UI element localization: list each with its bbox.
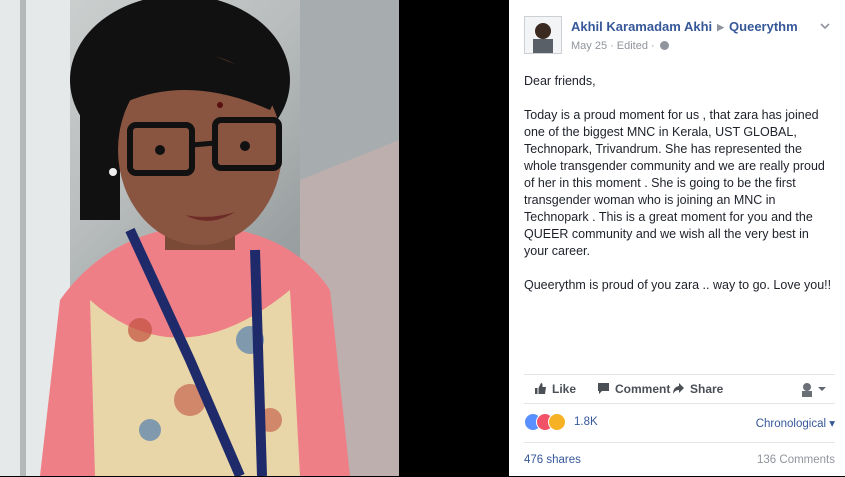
edited-label[interactable]: Edited (617, 40, 648, 52)
share-button[interactable]: Share (672, 382, 723, 396)
reactions-row: 1.8K Chronological ▾ (524, 410, 835, 434)
thumbs-up-icon (535, 383, 546, 394)
post-text: Dear friends, Today is a proud moment fo… (524, 73, 834, 311)
post-paragraph: Queerythm is proud of you zara .. way to… (524, 278, 832, 292)
caret-down-icon: ▾ (826, 418, 835, 430)
action-bar: Like Comment Share (524, 374, 835, 404)
post-paragraph: Today is a proud moment for us , that za… (524, 108, 825, 258)
comment-label: Comment (615, 382, 671, 396)
post-paragraph: Dear friends, (524, 74, 596, 88)
share-arrow-icon (673, 383, 684, 394)
chevron-down-icon[interactable] (819, 20, 831, 32)
globe-icon (659, 41, 669, 50)
arrow-right-icon: ▶ (717, 22, 725, 32)
author-line: Akhil Karamadam Akhi ▶ Queerythm (571, 19, 798, 34)
separator-dot: · (610, 40, 614, 52)
sort-selected-value: Chronological (755, 418, 827, 430)
like-label: Like (552, 382, 577, 396)
separator-dot: · (650, 40, 655, 52)
like-button[interactable]: Like (534, 382, 576, 396)
comment-sort-select[interactable]: Chronological ▾ (756, 416, 835, 430)
author-name[interactable]: Akhil Karamadam Akhi (571, 19, 712, 34)
post-header: Akhil Karamadam Akhi ▶ Queerythm May 25 · Ed… (524, 16, 835, 56)
target-page-link[interactable]: Queerythm (729, 19, 798, 34)
wow-icon (548, 413, 566, 431)
lightbox-gap (399, 0, 509, 476)
post-date[interactable]: May 25 (571, 40, 607, 52)
comment-button[interactable]: Comment (597, 382, 670, 396)
reaction-count[interactable]: 1.8K (574, 416, 598, 428)
portrait-illustration (0, 0, 399, 476)
profile-switcher[interactable] (799, 381, 829, 397)
share-label: Share (690, 382, 724, 396)
avatar[interactable] (524, 16, 562, 54)
comment-icon (598, 383, 609, 394)
post-photo[interactable] (0, 0, 399, 476)
comments-count[interactable]: 136 Comments (757, 454, 835, 466)
shares-count[interactable]: 476 shares (524, 454, 581, 466)
post-meta: May 25 · Edited · (571, 40, 669, 52)
post-panel: Akhil Karamadam Akhi ▶ Queerythm May 25 · Ed… (509, 0, 845, 476)
stats-row: 476 shares 136 Comments (524, 442, 835, 477)
